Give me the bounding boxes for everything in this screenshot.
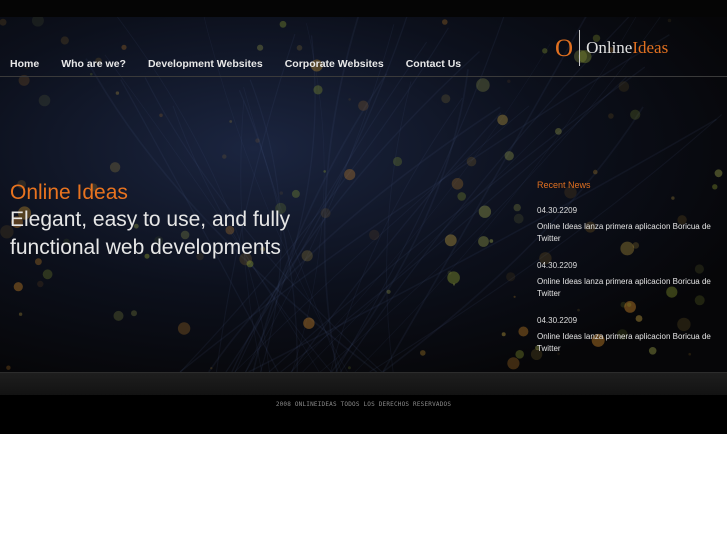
news-item[interactable]: 04.30.2209 Online Ideas lanza primera ap… — [537, 316, 717, 355]
news-text[interactable]: Online Ideas lanza primera aplicacion Bo… — [537, 276, 717, 300]
nav-who-are-we[interactable]: Who are we? — [61, 58, 126, 70]
nav-contact-us[interactable]: Contact Us — [406, 58, 461, 70]
main-nav: Home Who are we? Development Websites Co… — [10, 58, 483, 70]
news-item[interactable]: 04.30.2209 Online Ideas lanza primera ap… — [537, 206, 717, 245]
news-text[interactable]: Online Ideas lanza primera aplicacion Bo… — [537, 331, 717, 355]
logo[interactable]: O Online Ideas — [555, 30, 668, 66]
top-bar — [0, 0, 727, 17]
news-text[interactable]: Online Ideas lanza primera aplicacion Bo… — [537, 221, 717, 245]
logo-name-part1: Online — [586, 38, 633, 57]
nav-corporate-websites[interactable]: Corporate Websites — [285, 58, 384, 70]
copyright-text: 2008 ONLINEIDEAS TODOS LOS DERECHOS RESE… — [275, 401, 452, 408]
logo-name-part2: Ideas — [632, 38, 669, 57]
footer-band — [0, 372, 727, 396]
news-date: 04.30.2209 — [537, 316, 578, 325]
hero-tagline-line1: Elegant, easy to use, and fully — [10, 208, 291, 231]
recent-news: Recent News 04.30.2209 Online Ideas lanz… — [537, 180, 717, 371]
news-date: 04.30.2209 — [537, 261, 578, 270]
nav-divider — [0, 76, 727, 77]
footer: 2008 ONLINEIDEAS TODOS LOS DERECHOS RESE… — [0, 395, 727, 434]
hero-tagline-line2: functional web developments — [10, 236, 281, 259]
hero-title: Online Ideas — [10, 181, 128, 204]
logo-divider — [579, 30, 581, 66]
news-date: 04.30.2209 — [537, 206, 578, 215]
hero-headline: Online Ideas Elegant, easy to use, and f… — [10, 179, 340, 262]
nav-home[interactable]: Home — [10, 58, 39, 70]
nav-development-websites[interactable]: Development Websites — [148, 58, 263, 70]
news-item[interactable]: 04.30.2209 Online Ideas lanza primera ap… — [537, 261, 717, 300]
recent-news-title: Recent News — [537, 180, 591, 190]
hero-banner: O Online Ideas Home Who are we? Developme… — [0, 0, 727, 372]
logo-mark: O — [555, 34, 574, 62]
